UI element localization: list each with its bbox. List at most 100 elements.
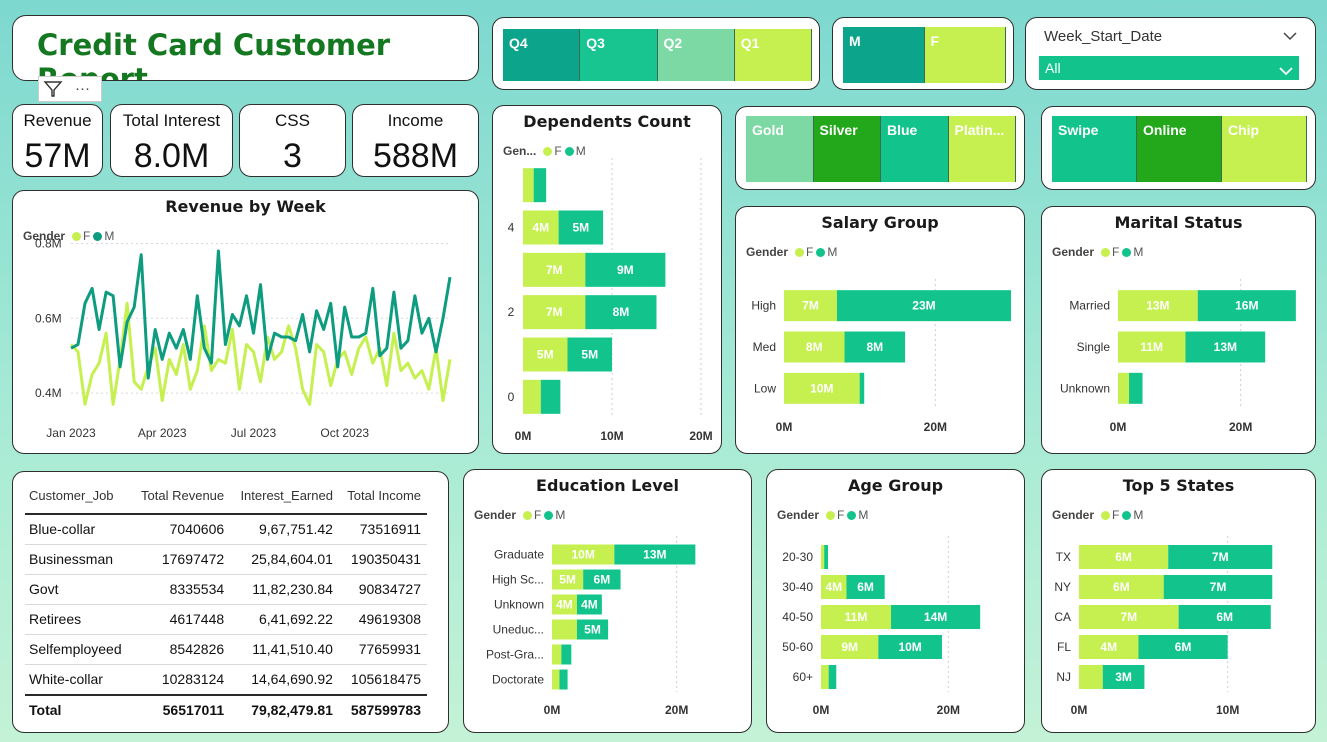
slicer-tile-f[interactable]: F: [924, 27, 1006, 83]
data-label: 5M: [581, 348, 598, 362]
y-tick-label: 4: [508, 221, 515, 235]
bar-f[interactable]: [523, 168, 534, 203]
table-row[interactable]: Govt 8335534 11,82,230.84 90834727: [25, 574, 427, 605]
x-tick-label: Jan 2023: [46, 426, 96, 440]
x-tick-label: 10M: [1216, 703, 1239, 717]
data-label: 10M: [571, 548, 594, 562]
x-tick-label: 0M: [813, 703, 830, 717]
bar-f[interactable]: [552, 644, 562, 665]
bar-f[interactable]: [552, 619, 577, 640]
slicer-tile-q2[interactable]: Q2: [657, 29, 735, 81]
cell-value: 11,82,230.84: [230, 574, 339, 605]
x-tick-label: 20M: [689, 429, 712, 443]
table-row[interactable]: Businessman 17697472 25,84,604.01 190350431: [25, 544, 427, 575]
kpi-card-revenue: Revenue 57M: [12, 104, 103, 177]
week-start-date-dropdown[interactable]: All: [1039, 56, 1299, 80]
cell-value: 6,41,692.22: [230, 604, 339, 635]
bar-m[interactable]: [859, 372, 865, 404]
data-label: 7M: [1120, 610, 1137, 624]
week-start-date-value: All: [1045, 60, 1061, 76]
slicer-tile-m[interactable]: M: [843, 27, 925, 83]
data-label: 7M: [1210, 580, 1227, 594]
salary-group-chart: 0M 20M High 7M 23M Med 8M 8M Low 10M: [751, 279, 1011, 434]
gender-slicer: MF: [843, 27, 1006, 83]
bar-m[interactable]: [824, 545, 829, 569]
cell-customer-job: Selfemployeed: [25, 634, 132, 665]
kpi-value: 8.0M: [133, 137, 210, 175]
week-start-date-slicer-card: Week_Start_Date All: [1025, 17, 1316, 90]
more-icon[interactable]: ···: [75, 80, 90, 97]
category-label: Single: [1077, 340, 1111, 354]
data-label: 7M: [802, 299, 819, 313]
kpi-label: Total Interest: [122, 111, 221, 130]
bar-m[interactable]: [1129, 372, 1143, 404]
card-category-slicer: Gold Silver Blue Platin...: [746, 116, 1016, 182]
y-tick-label: 0.6M: [35, 311, 62, 325]
slicer-tile-gold[interactable]: Gold: [746, 116, 814, 182]
data-label: 6M: [1216, 610, 1233, 624]
cell-customer-job: Retirees: [25, 604, 132, 635]
slicer-tile-q1[interactable]: Q1: [734, 29, 812, 81]
slicer-tile-silver[interactable]: Silver: [813, 116, 881, 182]
col-total-revenue[interactable]: Total Revenue: [131, 482, 231, 515]
bar-m[interactable]: [533, 168, 547, 203]
marital-status-card: Marital Status Gender F M 0M 20M Married 13M 1…: [1041, 206, 1316, 454]
age-group-card: Age Group Gender F M 0M 20M 20-30 30-40 4M 6M 40…: [766, 469, 1025, 733]
cell-customer-job: Businessman: [25, 544, 132, 575]
bar-m[interactable]: [561, 644, 572, 665]
col-customer-job[interactable]: Customer_Job: [25, 482, 132, 515]
slicer-tile-online[interactable]: Online: [1137, 116, 1222, 182]
slicer-tile-blue[interactable]: Blue: [881, 116, 949, 182]
slicer-tile-chip[interactable]: Chip: [1222, 116, 1307, 182]
bar-f[interactable]: [1118, 372, 1130, 404]
cell-value: 11,41,510.40: [230, 634, 339, 665]
bar-f[interactable]: [523, 379, 541, 414]
dependents-count-card: Dependents Count Gen... F M 0M 10M 20M 4M 5M 7M…: [492, 105, 722, 454]
x-tick-label: 20M: [665, 703, 688, 717]
bar-m[interactable]: [559, 669, 568, 690]
data-label: 6M: [1175, 640, 1192, 654]
cell-value: 190350431: [338, 544, 427, 575]
x-tick-label: 20M: [937, 703, 960, 717]
col-total-income[interactable]: Total Income: [338, 482, 427, 515]
category-label: Married: [1069, 299, 1110, 313]
visual-toolbar: ···: [38, 76, 102, 102]
bar-f[interactable]: [552, 669, 560, 690]
data-label: 4M: [556, 598, 573, 612]
filter-icon[interactable]: [43, 80, 63, 103]
slicer-tile-q4[interactable]: Q4: [503, 29, 581, 81]
use-chip-slicer: Swipe Online Chip: [1052, 116, 1307, 182]
bar-f[interactable]: [821, 545, 825, 569]
bar-m[interactable]: [540, 379, 561, 414]
chevron-down-icon[interactable]: [1283, 28, 1297, 46]
education-level-chart: 0M 20M Graduate 10M 13M High Sc... 5M 6M Unknown…: [486, 536, 696, 717]
col-interest-earned[interactable]: Interest_Earned: [230, 482, 339, 515]
category-label: Graduate: [494, 548, 544, 562]
slicer-tile-platin[interactable]: Platin...: [948, 116, 1016, 182]
total-value: 587599783: [338, 694, 427, 725]
slicer-tile-swipe[interactable]: Swipe: [1052, 116, 1137, 182]
top-5-states-chart: 0M 10M TX 6M 7M NY 6M 7M CA 7M 6M FL 4M 6M NJ 3M: [1054, 536, 1273, 717]
cell-value: 77659931: [338, 634, 427, 665]
category-label: NY: [1054, 580, 1071, 594]
slicer-tile-q3[interactable]: Q3: [580, 29, 658, 81]
category-label: FL: [1057, 640, 1071, 654]
category-label: Med: [753, 340, 776, 354]
table-row[interactable]: Retirees 4617448 6,41,692.22 49619308: [25, 604, 427, 635]
bar-m[interactable]: [828, 665, 837, 689]
y-tick-label: 0: [508, 390, 515, 404]
table-row[interactable]: White-collar 10283124 14,64,690.92 10561847…: [25, 664, 427, 696]
table-row[interactable]: Selfemployeed 8542826 11,41,510.40 77659931: [25, 634, 427, 665]
data-label: 10M: [810, 381, 833, 395]
category-label: 20-30: [782, 550, 813, 564]
data-label: 6M: [857, 580, 874, 594]
category-label: 60+: [793, 670, 813, 684]
bar-f[interactable]: [1079, 665, 1103, 689]
table-total-row: Total 56517011 79,82,479.81 587599783: [25, 694, 427, 725]
category-label: High: [751, 299, 776, 313]
category-label: Unknown: [494, 598, 544, 612]
data-label: 8M: [613, 305, 630, 319]
bar-f[interactable]: [821, 665, 829, 689]
x-tick-label: Apr 2023: [138, 426, 187, 440]
table-row[interactable]: Blue-collar 7040606 9,67,751.42 73516911: [25, 514, 427, 545]
